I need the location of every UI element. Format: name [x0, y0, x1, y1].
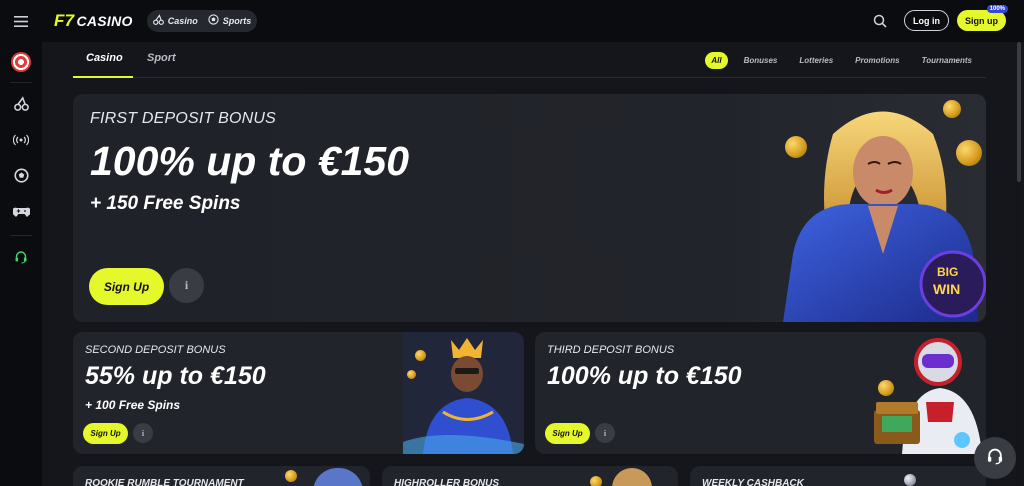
highroller-bonus-card[interactable]: HIGHROLLER BONUS [382, 466, 678, 486]
main-content: Casino Sport All Bonuses Lotteries Promo… [42, 42, 1024, 486]
cherries-icon [152, 14, 164, 28]
login-button[interactable]: Log in [904, 10, 949, 31]
coin-icon [407, 370, 416, 379]
card-label: FIRST DEPOSIT BONUS [90, 110, 277, 127]
logo-text: CASINO [76, 13, 133, 29]
filter-bonuses[interactable]: Bonuses [738, 52, 784, 69]
sidebar-item-games[interactable] [0, 195, 42, 231]
info-icon[interactable]: i [595, 423, 615, 443]
filter-tournaments[interactable]: Tournaments [916, 52, 978, 69]
sidebar-item-casino[interactable] [0, 87, 42, 123]
sign-up-button[interactable]: Sign Up [89, 268, 164, 305]
tab-sport[interactable]: Sport [147, 52, 176, 64]
filter-all[interactable]: All [705, 52, 728, 69]
hamburger-menu-icon[interactable] [0, 0, 42, 42]
racer-character-illustration [866, 332, 986, 454]
coin-icon [956, 140, 982, 166]
second-deposit-bonus-card[interactable]: SECOND DEPOSIT BONUS 55% up to €150 + 10… [73, 332, 524, 454]
filter-promotions[interactable]: Promotions [849, 52, 905, 69]
coin-icon [904, 474, 916, 486]
third-deposit-bonus-card[interactable]: THIRD DEPOSIT BONUS 100% up to €150 Sign… [535, 332, 986, 454]
signup-bonus-badge: 100% [986, 5, 1008, 13]
sidebar-divider [10, 82, 32, 83]
support-chat-button[interactable] [974, 437, 1016, 479]
filter-lotteries[interactable]: Lotteries [793, 52, 839, 69]
card-amount: 55% up to €150 [85, 362, 266, 390]
coin-icon [590, 476, 602, 486]
mode-sports[interactable]: Sports [208, 14, 252, 28]
sidebar-item-target[interactable] [0, 42, 42, 78]
coin-icon [285, 470, 297, 482]
character-illustration [612, 468, 652, 486]
card-subtitle: + 100 Free Spins [85, 398, 181, 412]
headset-icon [14, 250, 28, 267]
card-amount: 100% up to €150 [547, 362, 742, 390]
mode-casino[interactable]: Casino [152, 14, 198, 28]
info-icon[interactable]: i [133, 423, 153, 443]
coin-icon [785, 136, 807, 158]
app-root: F7 CASINO Casino Sports Log in Sign up 1… [0, 0, 1024, 486]
sign-up-button[interactable]: Sign Up [83, 423, 128, 444]
card-label: HIGHROLLER BONUS [394, 478, 499, 486]
mode-sports-label: Sports [222, 16, 252, 26]
sidebar-divider [10, 235, 32, 236]
character-illustration [313, 468, 363, 486]
sidebar-item-sports[interactable] [0, 159, 42, 195]
search-icon[interactable] [870, 11, 890, 31]
coin-icon [415, 350, 426, 361]
top-bar: F7 CASINO Casino Sports Log in Sign up 1… [0, 0, 1024, 42]
headset-icon [986, 447, 1004, 470]
card-amount: 100% up to €150 [90, 138, 410, 184]
cherries-icon [13, 96, 29, 114]
active-tab-indicator [73, 76, 133, 78]
site-logo[interactable]: F7 CASINO [54, 11, 133, 31]
coin-icon [943, 100, 961, 118]
mode-switch: Casino Sports [146, 10, 258, 32]
soccer-ball-icon [13, 168, 29, 186]
big-win-text-1: BIG [937, 265, 958, 279]
card-subtitle: + 150 Free Spins [90, 193, 241, 214]
tab-casino[interactable]: Casino [86, 52, 123, 64]
sidebar-item-live[interactable] [0, 123, 42, 159]
sidebar [0, 42, 42, 486]
signup-button-label: Sign up [965, 15, 998, 26]
page-scrollbar[interactable] [1016, 42, 1022, 486]
card-label: SECOND DEPOSIT BONUS [85, 344, 226, 356]
weekly-cashback-card[interactable]: WEEKLY CASHBACK [690, 466, 986, 486]
king-character-illustration [403, 332, 524, 454]
live-broadcast-icon [12, 133, 30, 149]
sidebar-item-support[interactable] [0, 240, 42, 276]
gamepad-icon [11, 205, 31, 221]
card-label: THIRD DEPOSIT BONUS [547, 344, 675, 356]
logo-mark: F7 [54, 11, 75, 30]
soccer-ball-icon [208, 14, 219, 28]
card-label: ROOKIE RUMBLE TOURNAMENT [85, 478, 244, 486]
promo-filters: All Bonuses Lotteries Promotions Tournam… [705, 52, 978, 69]
header-actions: Log in Sign up 100% [870, 5, 1008, 31]
info-icon[interactable]: i [169, 268, 204, 303]
coin-icon [878, 380, 894, 396]
mode-casino-label: Casino [167, 16, 198, 26]
rookie-rumble-tournament-card[interactable]: ROOKIE RUMBLE TOURNAMENT [73, 466, 370, 486]
first-deposit-bonus-card[interactable]: FIRST DEPOSIT BONUS 100% up to €150 + 15… [73, 94, 986, 322]
big-win-text-2: WIN [933, 281, 960, 297]
promo-tabs: Casino Sport All Bonuses Lotteries Promo… [73, 42, 986, 78]
hero-illustration: BIG WIN [773, 94, 986, 322]
card-label: WEEKLY CASHBACK [702, 478, 804, 486]
signup-button[interactable]: Sign up 100% [957, 5, 1008, 31]
target-icon [11, 52, 31, 72]
scrollbar-thumb[interactable] [1017, 42, 1021, 182]
sign-up-button[interactable]: Sign Up [545, 423, 590, 444]
